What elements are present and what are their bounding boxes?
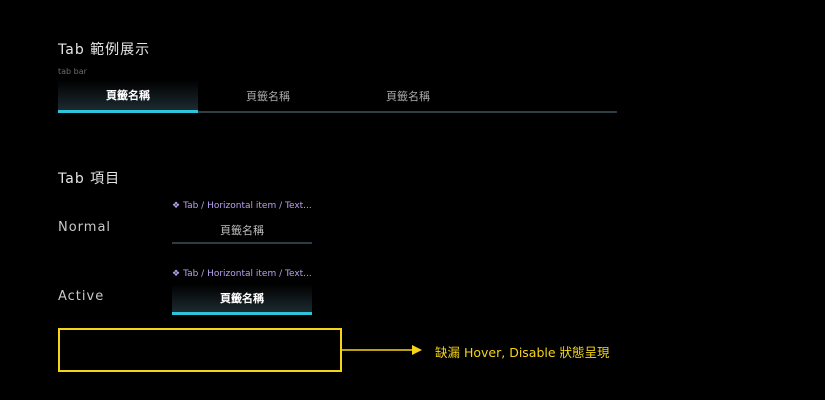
annotation-highlight-box — [58, 328, 342, 372]
tab-bar: 頁籤名稱 頁籤名稱 頁籤名稱 — [58, 80, 617, 113]
tabbar-caption: tab bar — [58, 67, 87, 76]
component-diamond-icon: ❖ — [172, 201, 181, 211]
normal-state-label: Normal — [58, 220, 112, 235]
active-component-name: ❖ Tab / Horizontal item / Text... — [172, 269, 312, 279]
normal-component-name: ❖ Tab / Horizontal item / Text... — [172, 201, 312, 211]
normal-component-name-text: Tab / Horizontal item / Text... — [183, 201, 312, 211]
tab-item-active[interactable]: 頁籤名稱 — [172, 284, 312, 315]
arrow-right-icon — [342, 345, 422, 355]
example-section-title: Tab 範例展示 — [58, 42, 151, 58]
active-component-name-text: Tab / Horizontal item / Text... — [183, 269, 312, 279]
tab-item-normal[interactable]: 頁籤名稱 — [172, 218, 312, 244]
active-state-label: Active — [58, 289, 105, 304]
tab-3[interactable]: 頁籤名稱 — [338, 80, 478, 111]
annotation-note: 缺漏 Hover, Disable 狀態呈現 — [435, 345, 610, 360]
tab-2[interactable]: 頁籤名稱 — [198, 80, 338, 111]
component-diamond-icon: ❖ — [172, 269, 181, 279]
items-section-title: Tab 項目 — [58, 171, 121, 187]
tab-1[interactable]: 頁籤名稱 — [58, 80, 198, 113]
